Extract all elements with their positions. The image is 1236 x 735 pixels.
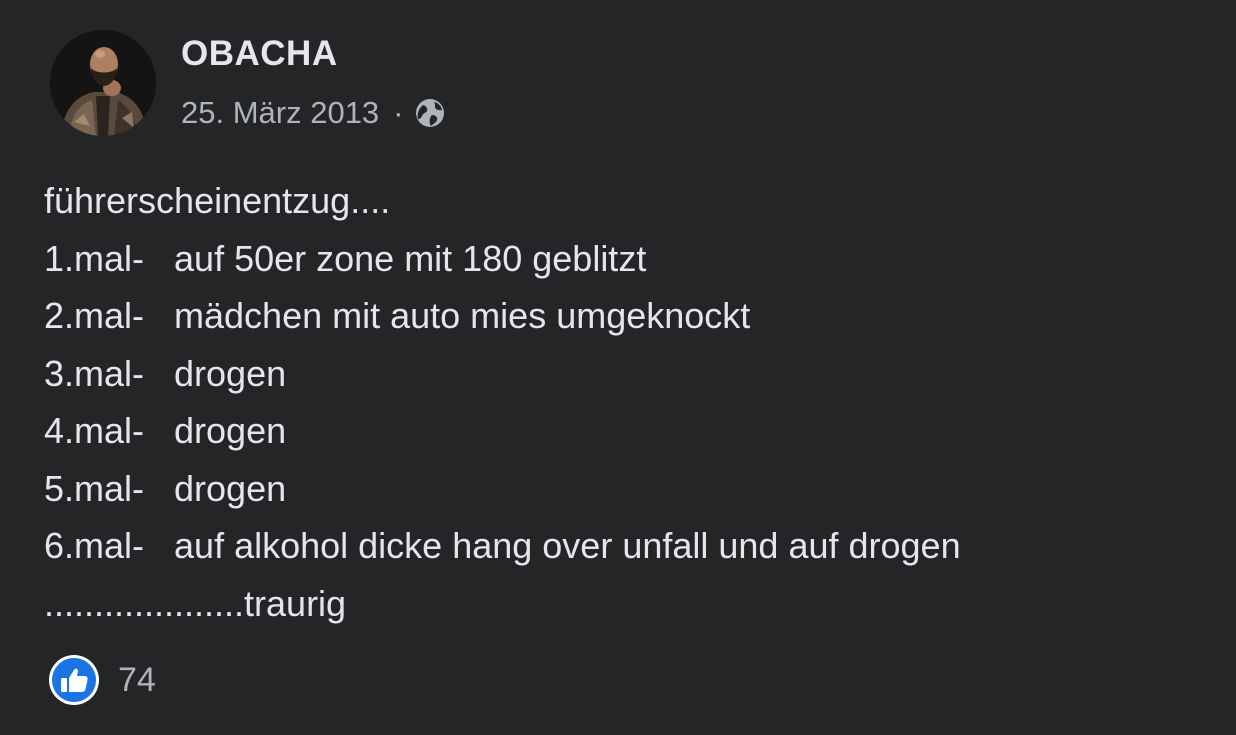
- post-meta: 25. März 2013 ·: [181, 93, 446, 133]
- post-text-line: 4.mal- drogen: [44, 410, 287, 451]
- globe-icon[interactable]: [414, 97, 446, 129]
- meta-separator: ·: [393, 95, 404, 130]
- post-text-line: führerscheinentzug....: [44, 180, 391, 221]
- post-text-line: ....................traurig: [44, 582, 347, 624]
- post-text-line: 1.mal- auf 50er zone mit 180 geblitzt: [44, 237, 647, 279]
- avatar-image: [50, 30, 156, 136]
- reactions-bar[interactable]: 74: [48, 655, 156, 705]
- post-text-line: 5.mal- drogen: [44, 467, 287, 509]
- like-count[interactable]: 74: [118, 661, 156, 700]
- like-icon[interactable]: [48, 654, 100, 706]
- post-text-line: 6.mal- auf alkohol dicke hang over unfal…: [44, 525, 961, 566]
- post-text-line: 3.mal- drogen: [44, 352, 287, 394]
- post-text-line: 2.mal- mädchen mit auto mies umgeknockt: [44, 295, 751, 336]
- facebook-post: OBACHA 25. März 2013 · führerscheinentzu…: [0, 0, 1236, 735]
- post-date[interactable]: 25. März 2013: [181, 95, 379, 131]
- avatar[interactable]: [50, 30, 156, 136]
- post-text: führerscheinentzug.... 1.mal- auf 50er z…: [44, 172, 1224, 632]
- author-name[interactable]: OBACHA: [181, 33, 338, 75]
